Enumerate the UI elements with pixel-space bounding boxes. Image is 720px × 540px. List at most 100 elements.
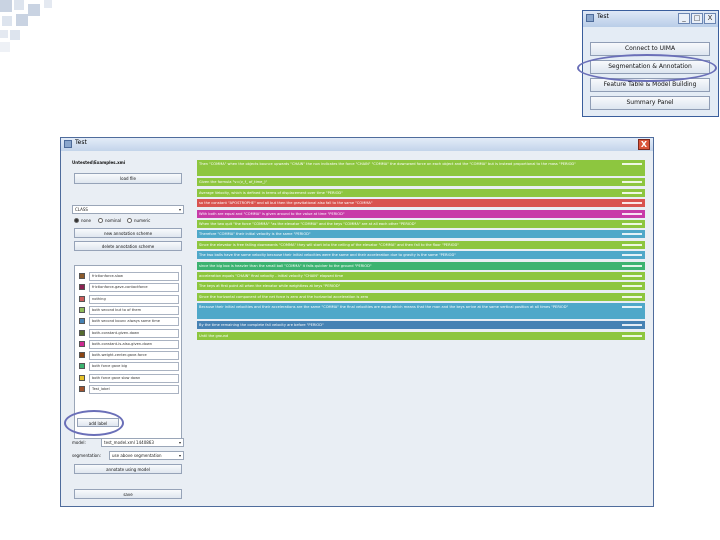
segment-text: acceleration equals "CHAIN" final veloci… — [199, 273, 344, 278]
label-item-text: both second bounc always same time — [89, 317, 179, 327]
segment-slider[interactable] — [622, 222, 642, 225]
segment-slider[interactable] — [622, 264, 642, 267]
label-color-swatch[interactable] — [79, 329, 85, 336]
label-item[interactable]: both-constant-is-also-given-down — [79, 339, 179, 349]
annotate-using-model-button[interactable]: annotate using model — [74, 464, 182, 474]
label-item[interactable]: frictionforce-gave-contactforce — [79, 283, 179, 293]
label-item[interactable]: both second but to of them — [79, 305, 179, 315]
segment-slider[interactable] — [622, 191, 642, 194]
app-icon — [586, 14, 594, 22]
segment-row[interactable]: since the big box is heavier than the sm… — [197, 261, 645, 270]
label-item[interactable]: both force gave slow down — [79, 373, 179, 383]
label-item[interactable]: both-weight-center-gave-force — [79, 351, 179, 361]
segment-slider[interactable] — [622, 334, 642, 337]
segment-slider[interactable] — [622, 243, 642, 246]
label-color-swatch[interactable] — [79, 295, 85, 302]
label-item[interactable]: both force gave big — [79, 362, 179, 372]
segment-row[interactable]: Until the ground — [197, 331, 645, 340]
chevron-down-icon: ▾ — [178, 453, 181, 458]
segmentation-select[interactable]: use above segmentation ▾ — [109, 451, 184, 460]
segment-row[interactable]: so the constant "APOSTROPHE" and all but… — [197, 199, 645, 208]
segment-slider[interactable] — [622, 295, 642, 298]
segment-row[interactable]: Because their initial velocities and the… — [197, 303, 645, 320]
label-item-text: frictionforce-slow — [89, 272, 179, 281]
new-annotation-scheme-button[interactable]: new annotation scheme — [74, 228, 182, 238]
segment-row[interactable]: Since the horizontal component of the ne… — [197, 292, 645, 301]
segment-row[interactable]: Given the formula "v=(v_f_ of_time_)" — [197, 178, 645, 187]
segment-slider[interactable] — [622, 202, 642, 205]
segment-text: By the time remaining the complete fall … — [199, 323, 324, 328]
label-color-swatch[interactable] — [79, 318, 85, 325]
label-item-text: both-constant-is-also-given-down — [89, 339, 179, 349]
close-button[interactable]: X — [704, 13, 716, 24]
label-item-text: both force gave big — [89, 362, 179, 372]
label-item[interactable]: Test_label — [79, 385, 179, 394]
scheme-select[interactable]: CLASS ▾ — [72, 205, 184, 214]
label-item-text: nothing — [89, 294, 179, 304]
segment-row[interactable]: Average Velocity, which is defined in te… — [197, 188, 645, 197]
label-color-swatch[interactable] — [79, 374, 85, 381]
radio-none[interactable] — [74, 218, 79, 223]
chevron-down-icon: ▾ — [178, 207, 181, 212]
minimize-button[interactable]: _ — [678, 13, 690, 24]
radio-nominal[interactable] — [98, 218, 103, 223]
segment-slider[interactable] — [622, 233, 642, 236]
segmentation-select-value: use above segmentation — [112, 453, 162, 458]
delete-annotation-scheme-button[interactable]: delete annotation scheme — [74, 241, 182, 251]
label-item[interactable]: nothing — [79, 294, 179, 304]
label-item-text: both force gave slow down — [89, 373, 179, 383]
label-color-swatch[interactable] — [79, 352, 85, 359]
model-select[interactable]: test_model.xml 1440863 ▾ — [101, 438, 184, 447]
segment-text: Average Velocity, which is defined in te… — [199, 190, 343, 195]
segment-row[interactable]: Then "COMMA" when the objects bounce upw… — [197, 160, 645, 176]
segment-row[interactable]: The two balls have the same velocity bec… — [197, 251, 645, 260]
annotation-window-title: Test — [75, 139, 87, 146]
label-item-text: Test_label — [89, 385, 179, 394]
label-item[interactable]: both-constant-given-down — [79, 328, 179, 338]
navigation-window-title: Test — [597, 13, 609, 20]
segment-row[interactable]: With both are equal and "COMMA" is given… — [197, 209, 645, 218]
label-item[interactable]: both second bounc always same time — [79, 317, 179, 327]
segment-slider[interactable] — [622, 163, 642, 165]
label-item[interactable]: frictionforce-slow — [79, 272, 179, 281]
segment-text: Since the elevator is free falling downw… — [199, 242, 459, 247]
label-color-swatch[interactable] — [79, 284, 85, 291]
radio-none-label: none — [81, 218, 91, 223]
highlight-ellipse — [577, 54, 717, 82]
scheme-select-value: CLASS — [75, 207, 88, 212]
radio-numeric-label: numeric — [134, 218, 151, 223]
save-button[interactable]: save — [74, 489, 182, 499]
segment-text: With both are equal and "COMMA" is given… — [199, 211, 345, 216]
segment-row[interactable]: When the two quit "the force "COMMA" "as… — [197, 219, 645, 228]
segment-slider[interactable] — [622, 212, 642, 215]
segment-text: The keys at first point all when the ele… — [199, 284, 341, 289]
model-label: model: — [72, 440, 86, 445]
annotation-window-titlebar: Test X — [61, 138, 653, 151]
segment-slider[interactable] — [622, 285, 642, 288]
segment-row[interactable]: Therefore "COMMA" their initial velocity… — [197, 230, 645, 239]
maximize-button[interactable]: □ — [691, 13, 703, 24]
segment-row[interactable]: The keys at first point all when the ele… — [197, 282, 645, 291]
segment-text: Because their initial velocities and the… — [199, 305, 569, 310]
radio-numeric[interactable] — [127, 218, 132, 223]
label-color-swatch[interactable] — [79, 273, 85, 279]
label-color-swatch[interactable] — [79, 363, 85, 370]
label-color-swatch[interactable] — [79, 340, 85, 347]
segment-slider[interactable] — [622, 324, 642, 327]
label-color-swatch[interactable] — [79, 386, 85, 392]
segment-text: so the constant "APOSTROPHE" and all but… — [199, 201, 373, 206]
segment-slider[interactable] — [622, 306, 642, 309]
load-file-button[interactable]: load file — [74, 173, 182, 184]
model-select-value: test_model.xml 1440863 — [104, 440, 154, 445]
segment-row[interactable]: acceleration equals "CHAIN" final veloci… — [197, 271, 645, 280]
segment-row[interactable]: By the time remaining the complete fall … — [197, 321, 645, 330]
summary-panel-button[interactable]: Summary Panel — [590, 96, 710, 110]
segment-slider[interactable] — [622, 274, 642, 277]
radio-nominal-label: nominal — [105, 218, 122, 223]
close-button[interactable]: X — [638, 139, 650, 150]
label-color-swatch[interactable] — [79, 306, 85, 313]
chevron-down-icon: ▾ — [178, 440, 181, 445]
segment-row[interactable]: Since the elevator is free falling downw… — [197, 240, 645, 249]
segment-slider[interactable] — [622, 181, 642, 184]
segment-slider[interactable] — [622, 254, 642, 257]
